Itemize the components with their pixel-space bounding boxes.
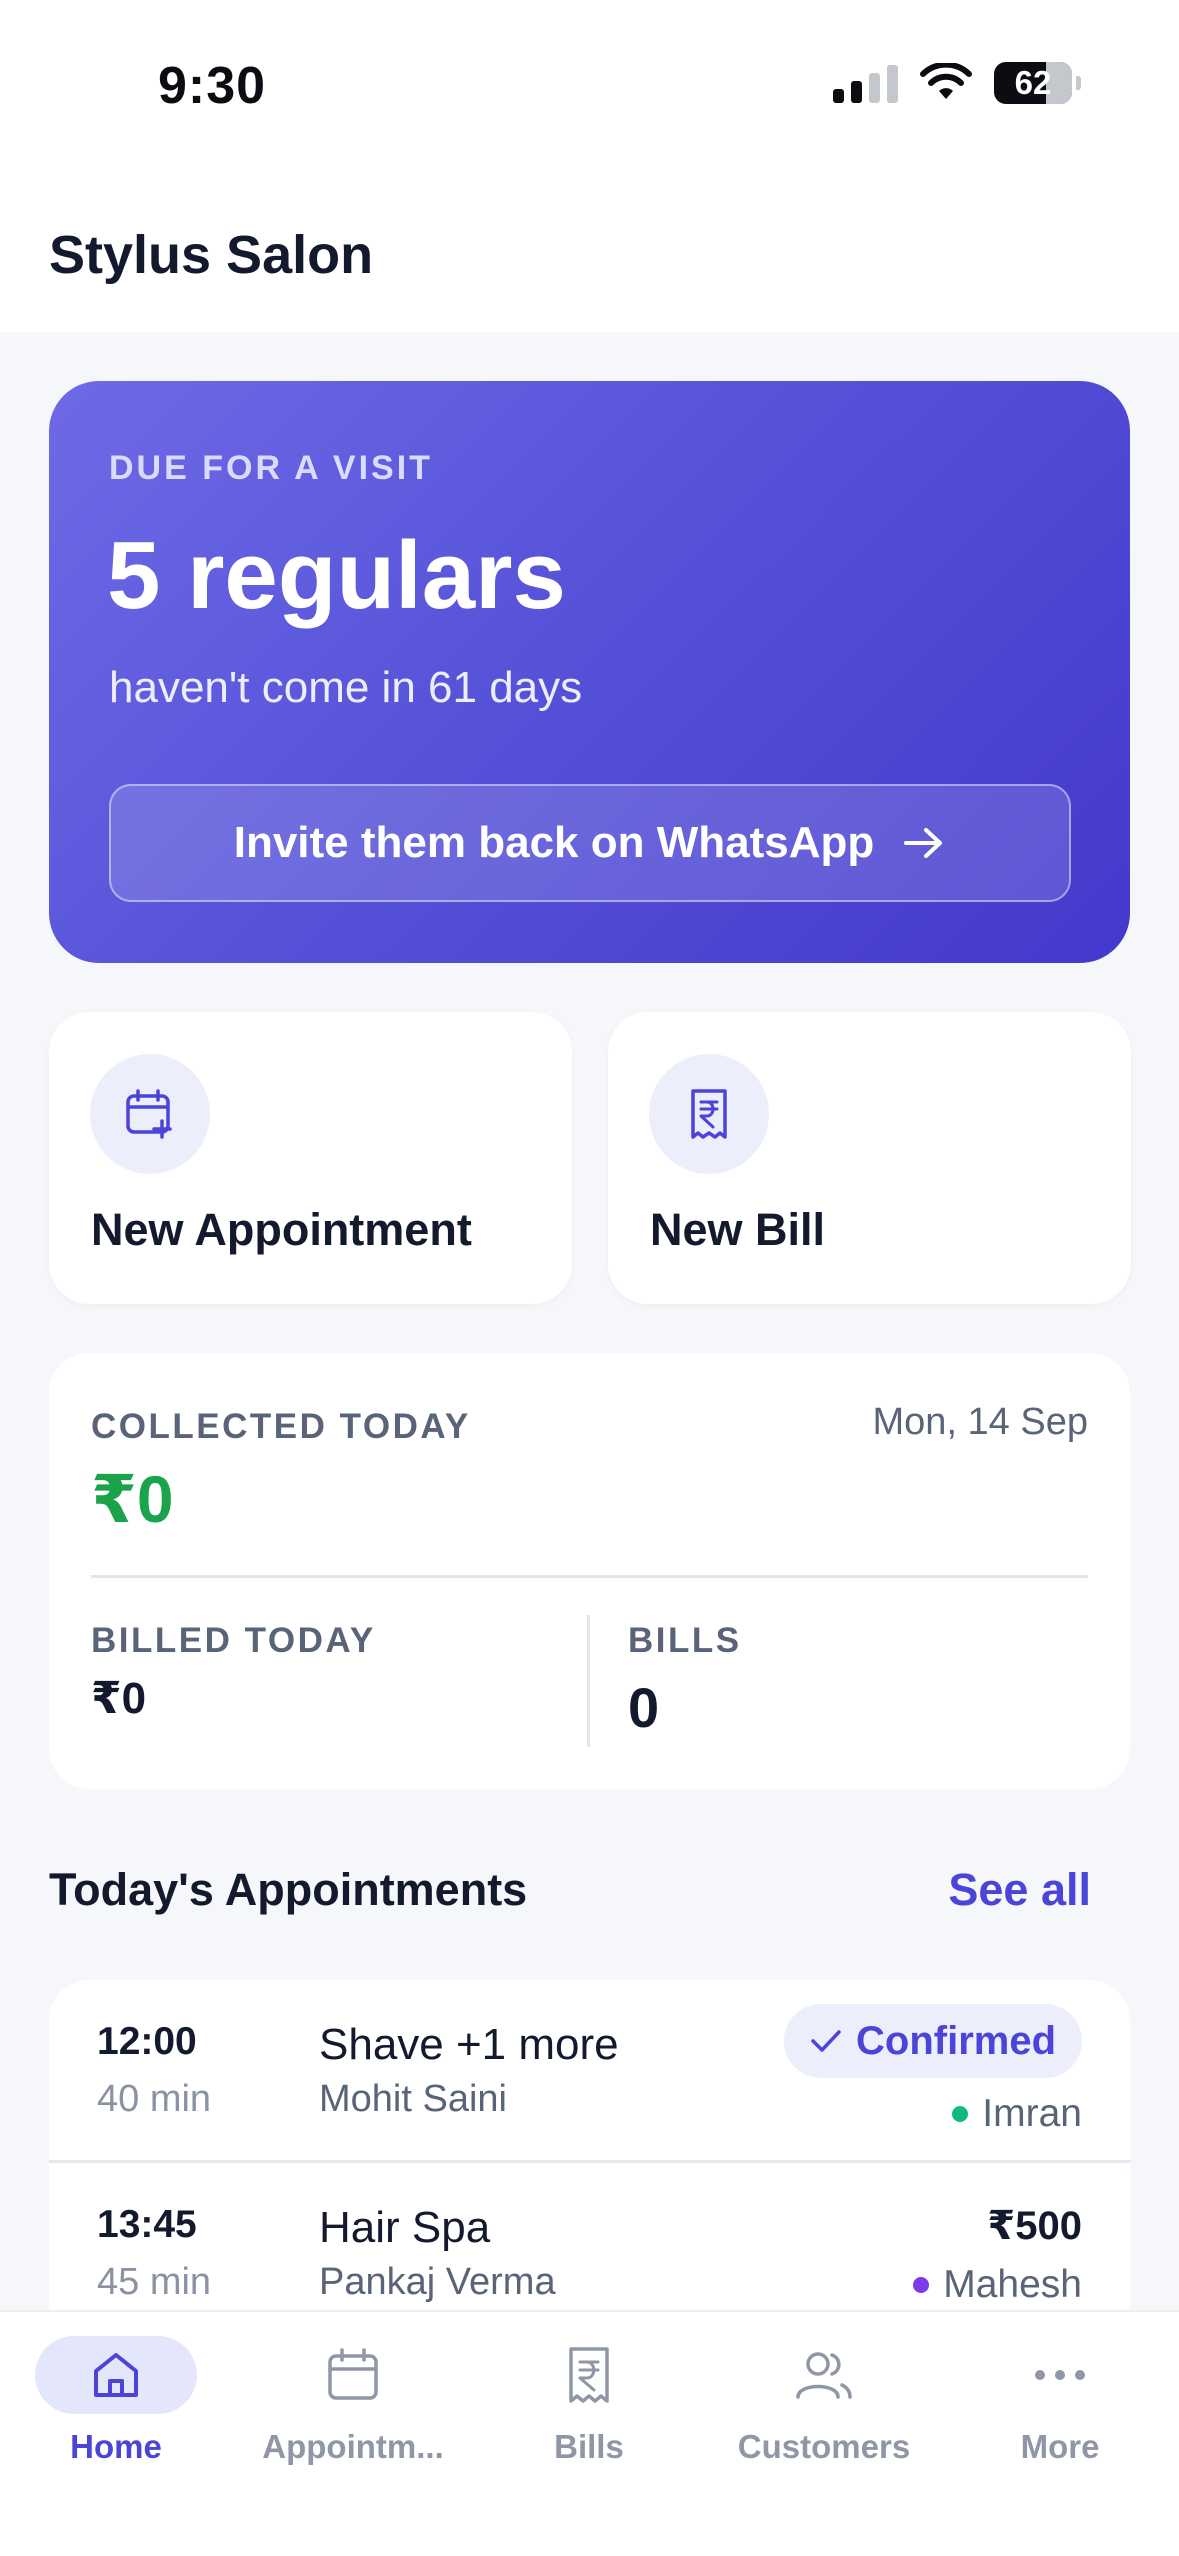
tab-appointments[interactable]: Appointm... [253, 2336, 453, 2486]
battery-tip [1076, 76, 1081, 90]
tab-more[interactable]: More [960, 2336, 1160, 2486]
tab-home-label: Home [70, 2428, 162, 2465]
receipt-icon [508, 2336, 670, 2414]
appointment-time: 13:45 [97, 2203, 197, 2246]
tab-customers[interactable]: Customers [724, 2336, 924, 2486]
stats-vertical-divider [587, 1615, 590, 1747]
tab-bills-label: Bills [554, 2428, 624, 2465]
collected-today-label: COLLECTED TODAY [91, 1407, 471, 1446]
status-icons: 62 [833, 62, 1081, 104]
new-appointment-button[interactable]: New Appointment [49, 1012, 572, 1304]
app-header: Stylus Salon [0, 176, 1179, 332]
billed-today-label: BILLED TODAY [91, 1621, 376, 1660]
bottom-tab-bar: Home Appointm... Bills Customers More [0, 2310, 1179, 2556]
banner-subtitle: haven't come in 61 days [109, 663, 583, 712]
check-icon [811, 2030, 841, 2052]
appointments-section-title: Today's Appointments [49, 1864, 528, 1915]
staff-color-dot [952, 2106, 969, 2122]
appointment-price: ₹500 [987, 2204, 1082, 2248]
appointment-customer: Pankaj Verma [319, 2261, 556, 2303]
appointment-customer: Mohit Saini [319, 2078, 507, 2120]
page-title: Stylus Salon [49, 225, 374, 285]
new-bill-label: New Bill [650, 1204, 826, 1255]
signal-icon [833, 63, 898, 103]
status-time: 9:30 [158, 57, 267, 115]
bills-label: BILLS [628, 1621, 742, 1660]
banner-title: 5 regulars [107, 522, 566, 629]
new-bill-button[interactable]: New Bill [608, 1012, 1131, 1304]
tab-customers-label: Customers [737, 2428, 911, 2465]
status-badge: Confirmed [784, 2004, 1082, 2078]
staff-name: Imran [982, 2092, 1082, 2135]
battery-level: 62 [1014, 64, 1052, 101]
staff-color-dot [913, 2277, 930, 2293]
new-appointment-label: New Appointment [91, 1204, 472, 1255]
tab-more-label: More [1020, 2428, 1100, 2465]
collected-today-value: ₹0 [91, 1462, 174, 1536]
tab-home[interactable]: Home [16, 2336, 216, 2486]
banner-eyebrow: DUE FOR A VISIT [109, 449, 433, 487]
whatsapp-invite-button[interactable]: Invite them back on WhatsApp [109, 784, 1071, 902]
appointment-duration: 40 min [97, 2078, 212, 2120]
appointments-list: 12:00 40 min Shave +1 more Mohit Saini C… [49, 1980, 1130, 2340]
home-icon [35, 2336, 197, 2414]
bills-count: 0 [628, 1676, 660, 1739]
status-badge-label: Confirmed [856, 2018, 1056, 2063]
tab-appointments-label: Appointm... [262, 2428, 444, 2465]
appointment-time: 12:00 [97, 2020, 197, 2063]
status-bar: 9:30 62 [0, 0, 1179, 176]
receipt-rupee-icon [649, 1054, 769, 1174]
staff-name: Mahesh [943, 2263, 1082, 2306]
more-icon [979, 2336, 1141, 2414]
summary-date: Mon, 14 Sep [872, 1401, 1088, 1443]
appointment-duration: 45 min [97, 2261, 212, 2303]
daily-summary-card: COLLECTED TODAY Mon, 14 Sep ₹0 BILLED TO… [49, 1353, 1130, 1789]
appointment-service: Hair Spa [319, 2203, 491, 2252]
assigned-staff: Mahesh [913, 2263, 1082, 2307]
battery-icon: 62 [994, 62, 1072, 104]
wifi-icon [920, 63, 972, 99]
assigned-staff: Imran [952, 2092, 1082, 2136]
winback-banner: DUE FOR A VISIT 5 regulars haven't come … [49, 381, 1130, 963]
users-icon [743, 2336, 905, 2414]
see-all-link[interactable]: See all [948, 1864, 1091, 1916]
calendar-plus-icon [90, 1054, 210, 1174]
appointment-service: Shave +1 more [319, 2020, 619, 2069]
arrow-right-icon [904, 828, 943, 858]
tab-bills[interactable]: Bills [489, 2336, 689, 2486]
billed-today-value: ₹0 [91, 1674, 147, 1723]
calendar-icon [272, 2336, 434, 2414]
invite-button-label: Invite them back on WhatsApp [233, 818, 875, 867]
stats-divider [91, 1575, 1088, 1578]
appointment-row[interactable]: 12:00 40 min Shave +1 more Mohit Saini C… [49, 1980, 1130, 2160]
